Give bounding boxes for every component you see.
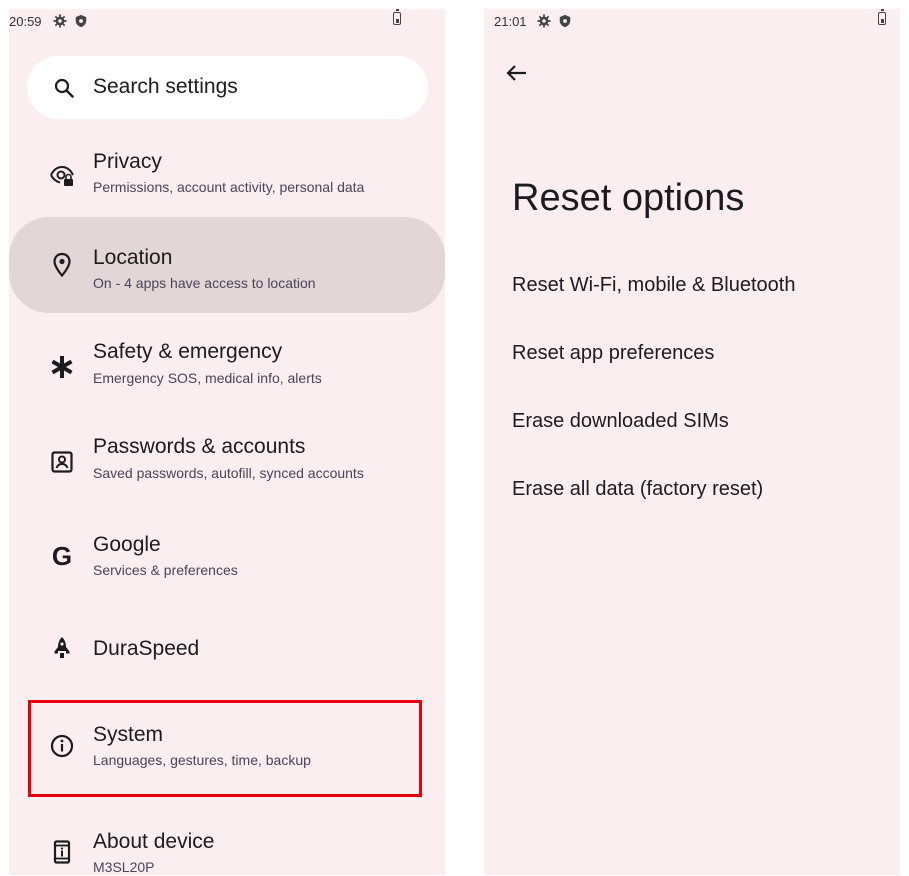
google-title: Google [93,533,161,556]
search-placeholder: Search settings [93,75,238,98]
settings-item-about-device[interactable]: About device M3SL20P [9,799,445,875]
reset-wifi-mobile-bluetooth-option[interactable]: Reset Wi-Fi, mobile & Bluetooth [512,274,795,297]
erase-downloaded-sims-option[interactable]: Erase downloaded SIMs [512,410,729,433]
settings-screen: 20:59 Search settings Privacy Permission… [9,9,445,875]
settings-item-duraspeed[interactable]: DuraSpeed [9,604,445,694]
location-pin-icon [53,252,71,278]
battery-icon [878,9,886,25]
battery-icon [393,9,401,25]
settings-item-privacy[interactable]: Privacy Permissions, account activity, p… [9,134,445,224]
search-icon [54,78,74,98]
page-title: Reset options [512,177,745,219]
privacy-eye-lock-icon [50,165,74,186]
reset-app-preferences-option[interactable]: Reset app preferences [512,342,714,365]
status-bar: 21:01 [484,9,900,33]
shield-icon [559,14,571,28]
asterisk-icon [51,356,73,378]
google-subtitle: Services & preferences [93,562,238,578]
location-subtitle: On - 4 apps have access to location [93,275,316,291]
gear-icon [53,14,67,28]
settings-item-google[interactable]: G Google Services & preferences [9,509,445,601]
search-bar[interactable]: Search settings [27,56,428,119]
rocket-icon [54,637,70,658]
erase-all-data-option[interactable]: Erase all data (factory reset) [512,478,763,501]
settings-item-passwords-accounts[interactable]: Passwords & accounts Saved passwords, au… [9,414,445,506]
safety-subtitle: Emergency SOS, medical info, alerts [93,370,322,386]
duraspeed-title: DuraSpeed [93,637,200,660]
settings-item-safety-emergency[interactable]: Safety & emergency Emergency SOS, medica… [9,319,445,411]
back-arrow-icon[interactable] [504,60,530,86]
gear-icon [537,14,551,28]
system-highlight-box [28,700,422,797]
privacy-subtitle: Permissions, account activity, personal … [93,179,365,195]
status-time: 20:59 [9,14,42,29]
safety-title: Safety & emergency [93,340,283,363]
settings-item-location[interactable]: Location On - 4 apps have access to loca… [9,217,445,313]
device-info-icon [53,840,71,864]
privacy-title: Privacy [93,150,162,173]
status-bar: 20:59 [9,9,445,33]
about-device-subtitle: M3SL20P [93,859,155,875]
reset-options-screen: 21:01 Reset options Reset Wi-Fi, mobile … [484,9,900,875]
location-title: Location [93,246,173,269]
shield-icon [75,14,87,28]
about-device-title: About device [93,830,215,853]
google-g-icon: G [51,541,73,571]
account-box-icon [51,451,73,473]
passwords-title: Passwords & accounts [93,435,306,458]
status-time: 21:01 [494,14,527,29]
passwords-subtitle: Saved passwords, autofill, synced accoun… [93,465,364,481]
